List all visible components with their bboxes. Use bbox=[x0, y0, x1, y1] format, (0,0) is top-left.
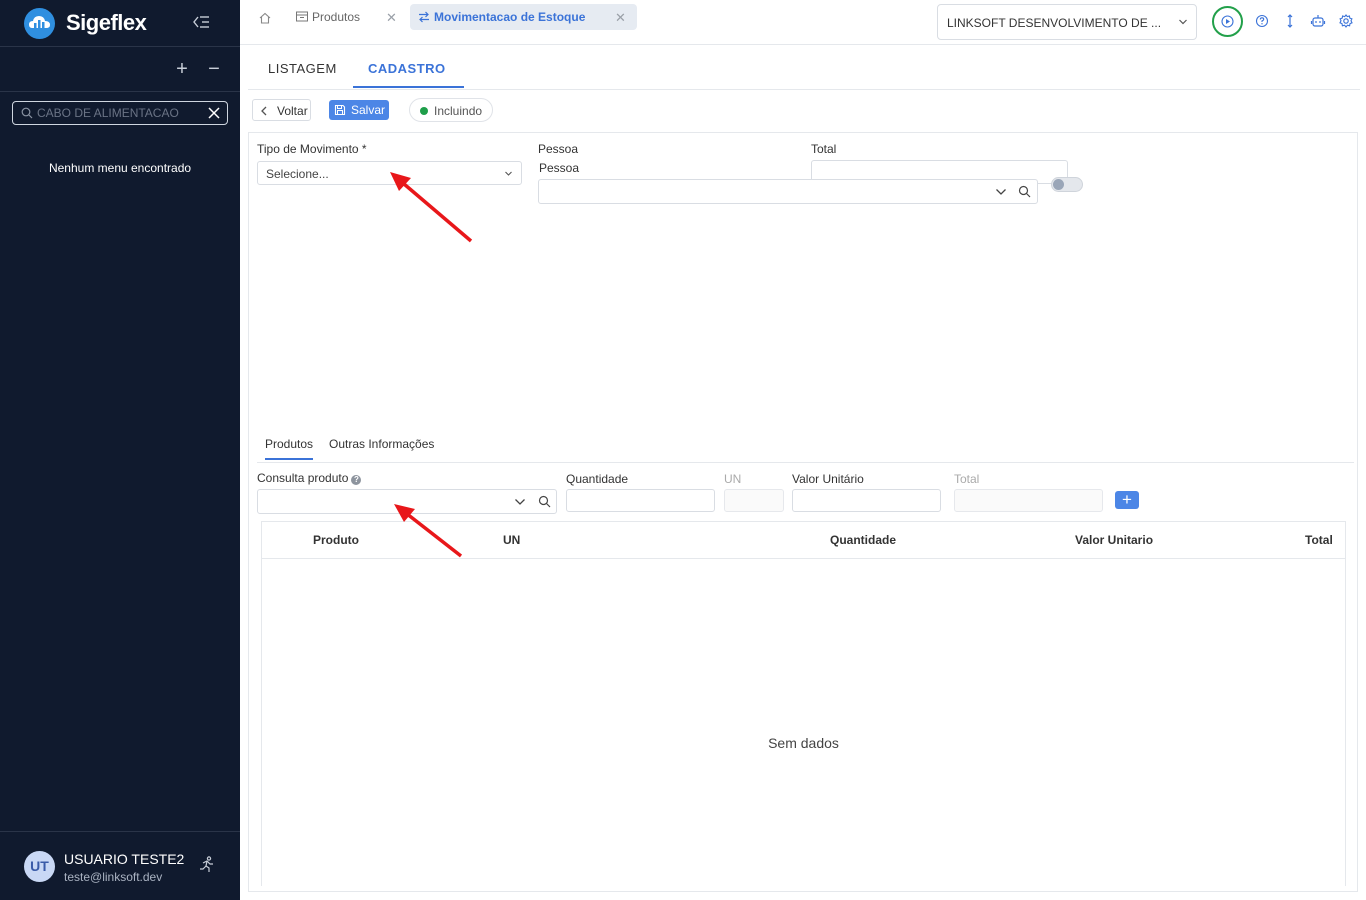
chevron-down-icon bbox=[1179, 19, 1187, 25]
quantidade-field[interactable] bbox=[566, 489, 715, 512]
clear-search-icon[interactable] bbox=[207, 106, 221, 120]
active-tab-indicator bbox=[353, 86, 464, 88]
close-tab-icon[interactable]: ✕ bbox=[386, 10, 397, 26]
top-bar: Produtos ✕ Movimentacao de Estoque ✕ LIN… bbox=[240, 0, 1366, 45]
gear-icon[interactable] bbox=[1338, 13, 1354, 29]
chevron-down-icon bbox=[996, 189, 1006, 195]
tab-movimentacao-estoque[interactable]: Movimentacao de Estoque ✕ bbox=[410, 4, 637, 30]
back-label: Voltar bbox=[277, 104, 308, 118]
logo-row: Sigeflex bbox=[0, 0, 240, 47]
column-total[interactable]: Total bbox=[1305, 533, 1333, 547]
search-icon[interactable] bbox=[1018, 185, 1031, 198]
sub-tabs: Produtos Outras Informações bbox=[257, 431, 1354, 463]
user-email: teste@linksoft.dev bbox=[64, 870, 163, 884]
valor-unitario-field[interactable] bbox=[792, 489, 941, 512]
column-un[interactable]: UN bbox=[503, 533, 520, 547]
products-table: Produto UN Quantidade Valor Unitario Tot… bbox=[261, 521, 1346, 886]
help-icon[interactable]: ? bbox=[351, 475, 362, 485]
brand-name: Sigeflex bbox=[66, 10, 147, 35]
consulta-produto-label: Consulta produto? bbox=[257, 471, 362, 485]
add-product-button[interactable]: + bbox=[1115, 490, 1139, 509]
brand-logo-icon bbox=[24, 8, 55, 39]
active-subtab-indicator bbox=[265, 458, 313, 460]
sort-vertical-icon[interactable] bbox=[1282, 13, 1298, 29]
tipo-movimento-label: Tipo de Movimento * bbox=[257, 142, 367, 156]
transfer-icon bbox=[419, 11, 429, 23]
valor-unitario-label: Valor Unitário bbox=[792, 472, 864, 486]
back-button[interactable]: Voltar bbox=[252, 99, 311, 121]
total-produto-field bbox=[954, 489, 1103, 512]
chevron-left-icon bbox=[261, 106, 267, 116]
status-dot bbox=[420, 107, 428, 115]
toggle-knob bbox=[1053, 179, 1064, 190]
un-label: UN bbox=[724, 472, 742, 486]
page-tabs: LISTAGEM CADASTRO bbox=[248, 46, 1360, 90]
column-quantidade[interactable]: Quantidade bbox=[830, 533, 896, 547]
collapse-menu-icon[interactable] bbox=[192, 14, 212, 32]
expand-all-icon[interactable]: + bbox=[172, 59, 192, 80]
company-select[interactable]: LINKSOFT DESENVOLVIMENTO DE ... bbox=[937, 4, 1197, 40]
company-name: LINKSOFT DESENVOLVIMENTO DE ... bbox=[947, 16, 1162, 30]
tab-label: Movimentacao de Estoque bbox=[434, 10, 586, 24]
chevron-down-icon bbox=[505, 171, 512, 176]
menu-search-input[interactable] bbox=[37, 104, 203, 122]
user-name: USUARIO TESTE2 bbox=[64, 851, 185, 867]
tab-produtos[interactable]: Produtos ✕ bbox=[288, 4, 406, 30]
quantidade-label: Quantidade bbox=[566, 472, 629, 486]
chevron-down-icon bbox=[515, 499, 525, 505]
play-circle-icon bbox=[1221, 15, 1234, 28]
tab-cadastro[interactable]: CADASTRO bbox=[368, 61, 446, 76]
play-tutorial-button[interactable] bbox=[1212, 6, 1243, 37]
help-icon[interactable] bbox=[1254, 13, 1270, 29]
table-header: Produto UN Quantidade Valor Unitario Tot… bbox=[262, 522, 1345, 559]
pessoa-sublabel: Pessoa bbox=[539, 161, 580, 175]
column-produto[interactable]: Produto bbox=[313, 533, 359, 547]
toggle-switch[interactable] bbox=[1051, 177, 1083, 192]
empty-menu-text: Nenhum menu encontrado bbox=[48, 161, 192, 175]
plus-icon: + bbox=[1122, 490, 1132, 509]
column-valor-unitario[interactable]: Valor Unitario bbox=[1075, 533, 1153, 547]
sidebar: Sigeflex + − Nenhum menu encontrado UT U… bbox=[0, 0, 240, 900]
robot-icon[interactable] bbox=[1310, 13, 1326, 29]
search-icon bbox=[21, 107, 33, 119]
tab-outras-informacoes[interactable]: Outras Informações bbox=[329, 437, 434, 451]
total-produto-label: Total bbox=[954, 472, 980, 486]
pessoa-select[interactable] bbox=[538, 179, 1038, 204]
search-icon[interactable] bbox=[538, 495, 551, 508]
home-icon[interactable] bbox=[254, 8, 276, 28]
collapse-all-icon[interactable]: − bbox=[204, 59, 224, 80]
tab-produtos-sub[interactable]: Produtos bbox=[265, 437, 313, 451]
avatar[interactable]: UT bbox=[24, 851, 55, 882]
product-icon bbox=[296, 11, 308, 22]
un-field bbox=[724, 489, 784, 512]
status-label: Incluindo bbox=[434, 104, 483, 118]
close-tab-icon[interactable]: ✕ bbox=[615, 10, 626, 26]
total-label: Total bbox=[811, 142, 837, 156]
pessoa-label: Pessoa bbox=[538, 142, 579, 156]
tab-label: Produtos bbox=[312, 10, 361, 24]
tab-listagem[interactable]: LISTAGEM bbox=[268, 61, 337, 76]
user-area: UT USUARIO TESTE2 teste@linksoft.dev bbox=[0, 831, 240, 900]
save-label: Salvar bbox=[351, 103, 386, 117]
logout-icon[interactable] bbox=[198, 855, 216, 873]
consulta-produto-select[interactable] bbox=[257, 489, 557, 514]
form-panel: Tipo de Movimento * Selecione... Pessoa … bbox=[248, 132, 1358, 892]
menu-search bbox=[12, 101, 228, 125]
consulta-produto-text: Consulta produto bbox=[257, 471, 349, 485]
tipo-movimento-placeholder: Selecione... bbox=[266, 167, 329, 181]
status-badge: Incluindo bbox=[409, 98, 493, 122]
tipo-movimento-select[interactable]: Selecione... bbox=[257, 161, 522, 185]
save-button[interactable]: Salvar bbox=[329, 100, 389, 120]
save-icon bbox=[334, 104, 346, 116]
menu-tools: + − bbox=[0, 48, 240, 92]
empty-table-text: Sem dados bbox=[768, 735, 839, 751]
